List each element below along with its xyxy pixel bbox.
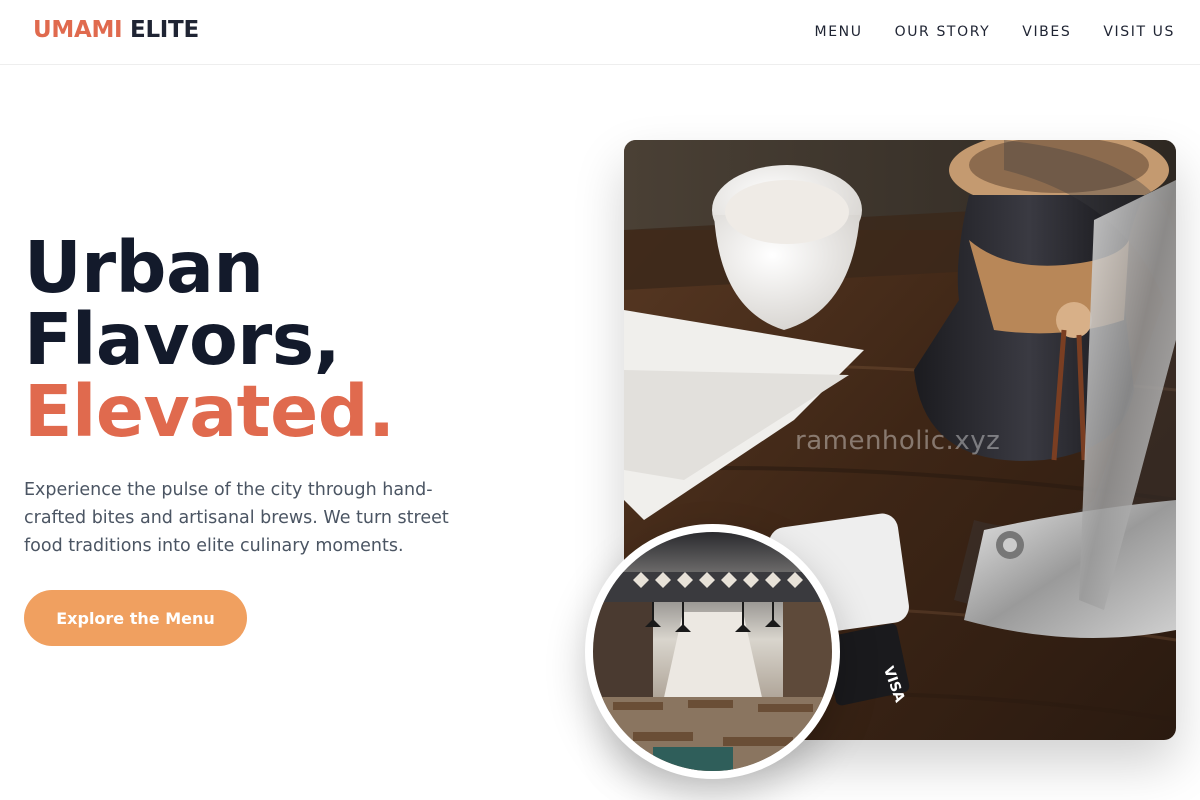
explore-menu-button[interactable]: Explore the Menu xyxy=(24,590,247,646)
nav-link-visit-us[interactable]: VISIT US xyxy=(1103,24,1175,40)
image-watermark: ramenholic.xyz xyxy=(795,426,1001,456)
hero-title-line3: Elevated. xyxy=(24,370,395,453)
brand-logo-part1: UMAMI xyxy=(33,17,123,43)
hero-description: Experience the pulse of the city through… xyxy=(24,480,449,556)
main-nav: MENU OUR STORY VIBES VISIT US xyxy=(815,24,1175,40)
restaurant-interior-photo xyxy=(585,524,840,779)
brand-logo[interactable]: UMAMI ELITE xyxy=(33,17,199,43)
hero-title: Urban Flavors, Elevated. xyxy=(24,232,544,448)
hero-title-line1: Urban xyxy=(24,226,264,309)
top-navbar: UMAMI ELITE MENU OUR STORY VIBES VISIT U… xyxy=(0,0,1200,65)
brand-logo-part2: ELITE xyxy=(130,17,199,43)
hero-title-line2: Flavors, xyxy=(24,298,341,381)
nav-link-our-story[interactable]: OUR STORY xyxy=(895,24,991,40)
nav-link-vibes[interactable]: VIBES xyxy=(1022,24,1071,40)
nav-link-menu[interactable]: MENU xyxy=(815,24,863,40)
